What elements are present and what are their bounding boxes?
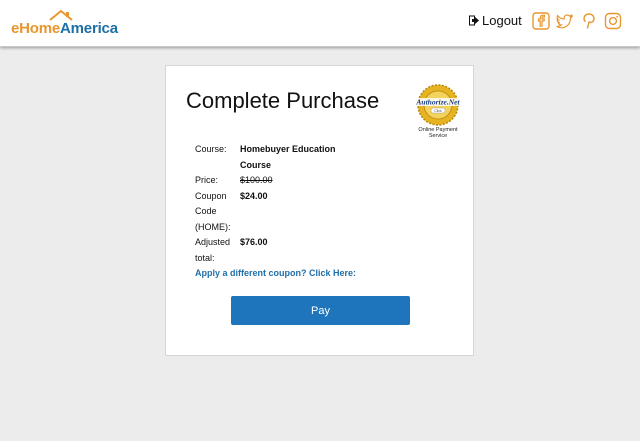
logo-text-home: Home [19, 20, 61, 37]
logo-text-america: America [60, 20, 118, 37]
logout-link[interactable]: Logout [469, 13, 522, 28]
social-links [532, 12, 622, 30]
price-row: Price: $100.00 [195, 173, 455, 189]
logo-text-e: e [11, 20, 20, 37]
coupon-label-line1: Coupon [195, 190, 227, 201]
price-label: Price: [195, 175, 219, 185]
badge-brand-text: Authorize.Net [415, 98, 460, 107]
facebook-icon[interactable] [532, 12, 550, 30]
adjusted-label: Adjusted total: [195, 235, 240, 266]
coupon-value: $24.00 [240, 190, 268, 201]
coupon-label-line2: Code [195, 206, 217, 216]
badge-click-text: Click [434, 109, 442, 113]
instagram-icon[interactable] [604, 12, 622, 30]
purchase-card: Complete Purchase Authorize.Net Click On… [165, 65, 474, 356]
coupon-label: Coupon Code (HOME): [195, 189, 240, 236]
top-navigation-bar: e Home America Logout [0, 0, 640, 47]
coupon-row: Coupon Code (HOME): $24.00 [195, 189, 455, 236]
pay-button[interactable]: Pay [231, 296, 410, 325]
adjusted-label-line1: Adjusted [195, 237, 231, 247]
order-details: Course: Homebuyer Education Course Price… [195, 142, 455, 278]
course-label: Course: [195, 144, 227, 154]
logout-icon [469, 15, 479, 26]
apply-coupon-link[interactable]: Apply a different coupon? Click Here: [195, 268, 455, 278]
badge-caption: Online Payment Service [418, 127, 458, 139]
authorize-net-badge[interactable]: Authorize.Net Click Online Payment Servi… [412, 84, 464, 139]
course-value: Homebuyer Education Course [240, 144, 336, 170]
house-roof-icon [49, 9, 73, 21]
page-title: Complete Purchase [186, 88, 380, 113]
price-value: $100.00 [240, 175, 273, 185]
ehomeamerica-logo[interactable]: e Home America [11, 9, 118, 37]
twitter-icon[interactable] [556, 12, 574, 30]
coupon-label-line3: (HOME): [195, 221, 231, 232]
adjusted-label-line2: total: [195, 252, 215, 263]
logout-label: Logout [482, 13, 522, 28]
authorize-net-seal-icon: Authorize.Net Click [414, 84, 462, 126]
adjusted-value: $76.00 [240, 237, 268, 247]
pinterest-icon[interactable] [580, 12, 598, 30]
course-row: Course: Homebuyer Education Course [195, 142, 455, 173]
adjusted-row: Adjusted total: $76.00 [195, 235, 455, 266]
